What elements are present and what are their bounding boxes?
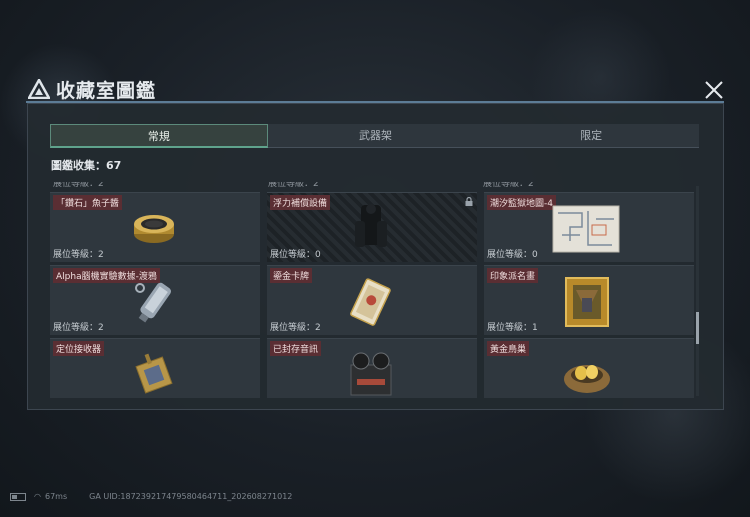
previous-row-edge-text: 展位等級：2 [268,182,319,189]
showcase-level: 展位等級：2 [53,247,104,260]
showcase-level-value: 2 [98,323,104,333]
previous-row-edge-text: 展位等級：2 [483,182,534,189]
showcase-level: 展位等級：0 [270,247,321,260]
collection-card[interactable]: Alpha腦機實驗數據-渡鴉 展位等級：2 [50,265,260,335]
locator-receiver-icon [135,353,173,394]
showcase-level: 展位等級：1 [487,320,538,333]
item-name: 鎏金卡牌 [270,268,313,283]
tab-weapon-rack[interactable]: 武器架 [267,124,484,148]
collection-logo-icon [28,79,50,99]
showcase-level-label: 展位等級： [487,323,533,333]
showcase-level-label: 展位等級： [270,250,316,260]
previous-row-edge-text: 展位等級：2 [53,182,104,189]
collection-card[interactable]: 已封存音訊 [267,338,477,398]
grid-scrollbar-thumb[interactable] [696,312,699,344]
framed-painting-icon [565,277,609,327]
item-name: 潮汐監獄地圖-4 [487,195,556,210]
item-name: 黃金鳥巢 [487,341,530,356]
collection-count: 圖鑑收集：67 [51,157,121,173]
showcase-level-label: 展位等級： [487,250,533,260]
showcase-level-label: 展位等級： [53,250,99,260]
showcase-level-label: 展位等級： [53,323,99,333]
gilded-card-icon [350,278,391,326]
item-name: 浮力補償設備 [270,195,331,210]
wifi-icon: ◠ [34,492,41,501]
collection-card[interactable]: 定位接收器 [50,338,260,398]
tab-limited[interactable]: 限定 [483,124,700,148]
item-name: 印象派名畫 [487,268,539,283]
collection-count-label: 圖鑑收集： [51,159,106,172]
tab-regular[interactable]: 常規 [50,124,268,148]
collection-card[interactable]: 潮汐監獄地圖-4 展位等級：0 [484,192,694,262]
ping-value: 67ms [44,492,68,501]
showcase-level-value: 1 [532,323,538,333]
window-header: 收藏室圖鑑 [26,76,726,102]
battery-icon [10,492,26,501]
showcase-level: 展位等級：2 [270,320,321,333]
uid-text: GA UID:18723921747958046471​1_2026082710… [89,492,293,501]
caviar-tin-icon [134,215,174,243]
showcase-level-value: 2 [98,250,104,260]
close-icon[interactable] [702,80,726,100]
tab-bar: 常規 武器架 限定 [50,124,700,148]
golden-nest-icon [564,365,610,393]
item-name: 「鑽石」魚子醬 [53,195,123,210]
collection-card-locked[interactable]: 浮力補償設備 展位等級：0 [267,192,477,262]
collection-card[interactable]: 印象派名畫 展位等級：1 [484,265,694,335]
collection-card[interactable]: 黃金鳥巢 [484,338,694,398]
showcase-level-value: 0 [315,250,321,260]
reel-recorder-icon [350,352,392,396]
diving-gear-icon [355,204,387,247]
page-title: 收藏室圖鑑 [56,80,157,102]
item-name: 已封存音訊 [270,341,322,356]
showcase-level: 展位等級：0 [487,247,538,260]
status-footer: ◠ 67ms GA UID:18723921747958046471​1_202… [10,492,292,501]
showcase-level-label: 展位等級： [270,323,316,333]
collection-count-value: 67 [106,159,122,172]
item-name: 定位接收器 [53,341,105,356]
grid-scrollbar[interactable] [696,186,699,396]
collection-card[interactable]: 「鑽石」魚子醬 展位等級：2 [50,192,260,262]
collection-grid[interactable]: 展位等級：2 展位等級：2 展位等級：2 「鑽石」魚子醬 展位等級：2 浮力補償… [50,182,695,398]
prison-map-icon [552,205,620,253]
showcase-level-value: 0 [532,250,538,260]
usb-drive-icon [135,282,172,323]
showcase-level: 展位等級：2 [53,320,104,333]
lock-icon [465,197,473,206]
previous-row-edge: 展位等級：2 展位等級：2 展位等級：2 [50,182,695,189]
collection-card[interactable]: 鎏金卡牌 展位等級：2 [267,265,477,335]
showcase-level-value: 2 [315,323,321,333]
